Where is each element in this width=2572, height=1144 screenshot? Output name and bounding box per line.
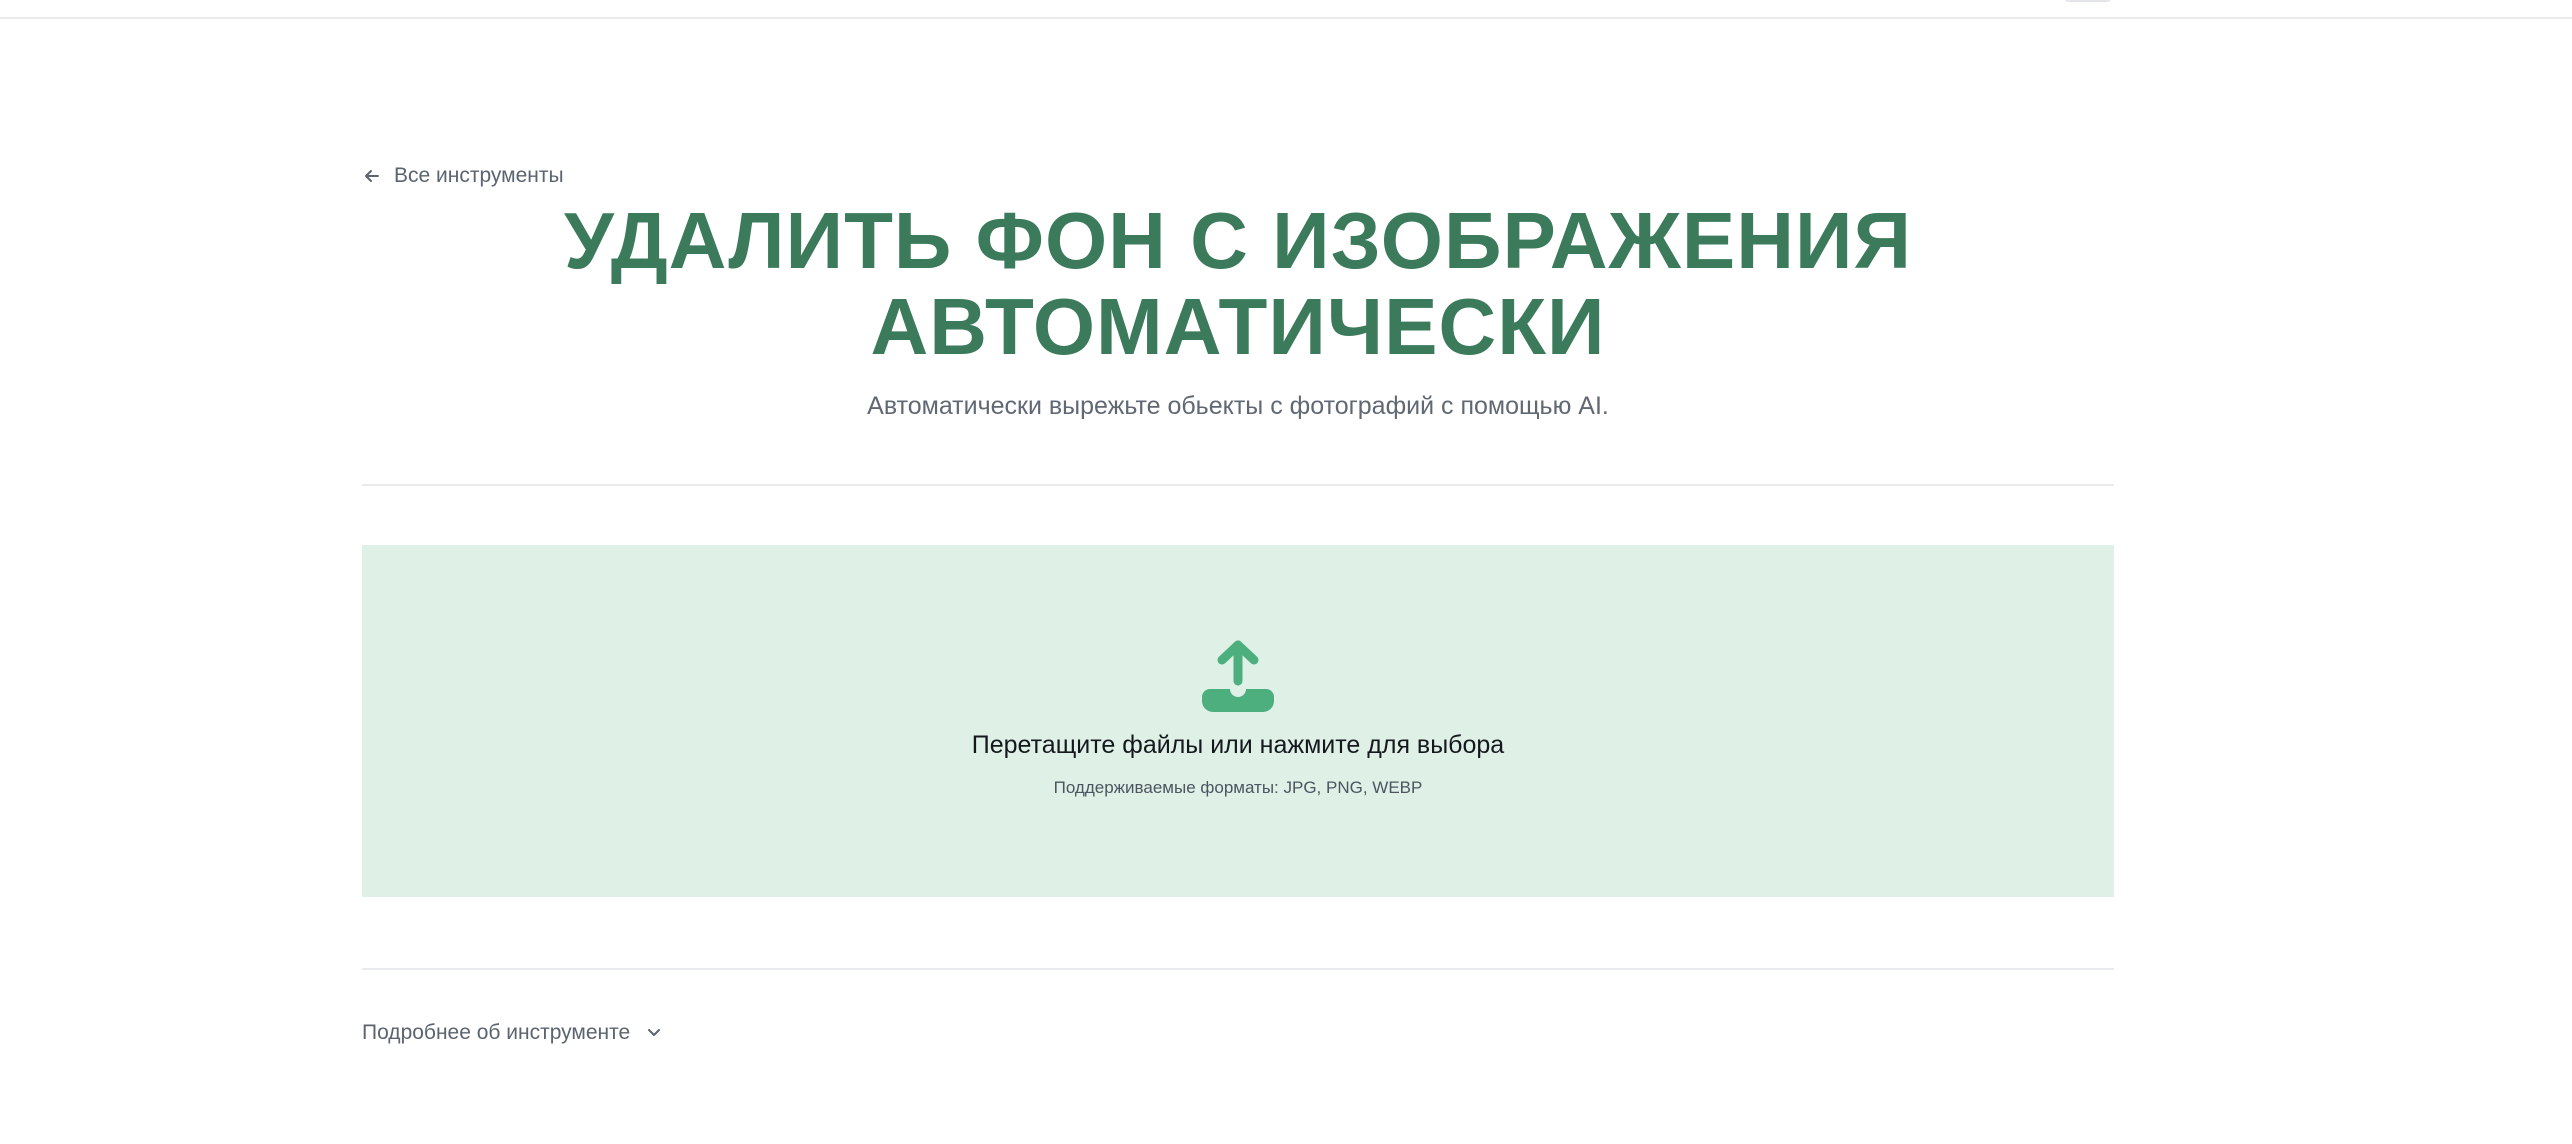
page-title: УДАЛИТЬ ФОН С ИЗОБРАЖЕНИЯ АВТОМАТИЧЕСКИ <box>362 198 2114 370</box>
page-subtitle: Автоматически вырежьте обьекты с фотогра… <box>867 392 1609 420</box>
page-title-line-1: УДАЛИТЬ ФОН С ИЗОБРАЖЕНИЯ <box>563 196 1912 285</box>
page-title-line-2: АВТОМАТИЧЕСКИ <box>870 282 1606 371</box>
dropzone-title: Перетащите файлы или нажмите для выбора <box>971 731 1505 759</box>
file-dropzone[interactable]: Перетащите файлы или нажмите для выбора … <box>362 545 2114 897</box>
back-to-tools-link[interactable]: Все инструменты <box>362 160 564 192</box>
upload-icon <box>1200 639 1276 715</box>
dropzone-formats: Поддерживаемые форматы: JPG, PNG, WEBP <box>1053 778 1423 797</box>
page: Все инструменты УДАЛИТЬ ФОН С ИЗОБРАЖЕНИ… <box>0 0 2572 1144</box>
divider <box>362 484 2114 486</box>
arrow-left-icon <box>362 166 382 186</box>
more-about-tool-toggle[interactable]: Подробнее об инструменте <box>362 1016 664 1050</box>
chevron-down-icon <box>644 1023 664 1043</box>
main-content: Все инструменты УДАЛИТЬ ФОН С ИЗОБРАЖЕНИ… <box>362 0 2114 1144</box>
back-link-label: Все инструменты <box>394 164 564 187</box>
divider <box>362 968 2114 970</box>
more-about-tool-label: Подробнее об инструменте <box>362 1021 631 1044</box>
